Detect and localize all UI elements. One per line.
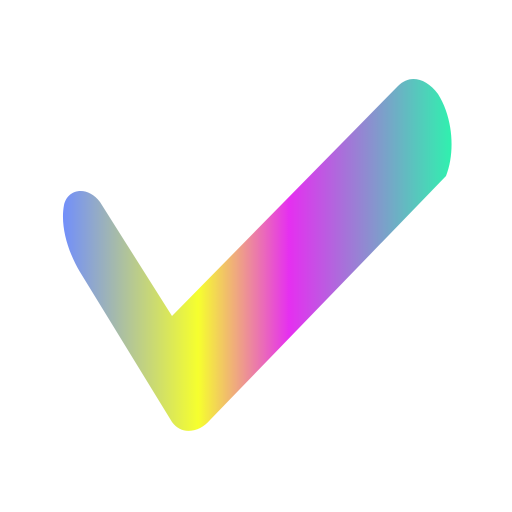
checkmark-icon: [62, 79, 452, 431]
icon-canvas: [0, 0, 512, 512]
checkmark-shape: [62, 79, 452, 431]
